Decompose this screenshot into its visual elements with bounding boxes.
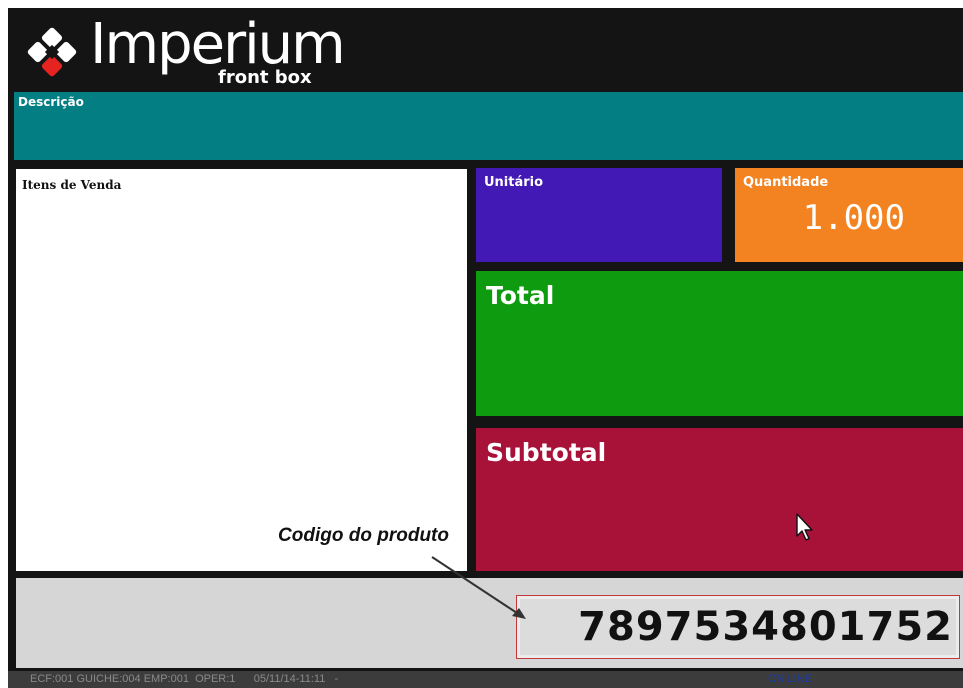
description-label: Descrição — [18, 95, 84, 109]
total-panel: Total — [476, 271, 963, 416]
status-info: ECF:001 GUICHE:004 EMP:001 OPER:1 05/11/… — [30, 673, 339, 685]
product-code-caption: Codigo do produto — [278, 525, 449, 546]
quantity-label: Quantidade — [743, 175, 829, 190]
sale-items-label: Itens de Venda — [22, 178, 122, 192]
product-code-value: 7897534801752 — [578, 604, 953, 650]
arrow-pointer-icon — [431, 556, 526, 619]
total-label: Total — [486, 281, 555, 310]
mouse-cursor-icon — [796, 513, 813, 541]
product-code-field[interactable]: 7897534801752 — [516, 595, 960, 659]
pos-window: Imperium front box Descrição Itens de Ve… — [8, 8, 963, 688]
unit-price-panel: Unitário — [476, 168, 722, 262]
unit-price-label: Unitário — [484, 175, 544, 190]
sale-items-panel[interactable]: Itens de Venda Codigo do produto — [16, 169, 467, 571]
connection-status: ON LINE — [768, 673, 813, 685]
brand-subtitle: front box — [218, 67, 312, 88]
four-diamond-logo-icon — [27, 27, 77, 77]
subtotal-label: Subtotal — [486, 438, 607, 467]
status-bar: ECF:001 GUICHE:004 EMP:001 OPER:1 05/11/… — [8, 671, 963, 688]
description-panel: Descrição — [14, 92, 963, 160]
header: Imperium front box — [8, 8, 963, 92]
quantity-value: 1.000 — [802, 198, 905, 238]
quantity-panel: Quantidade 1.000 — [735, 168, 963, 262]
subtotal-panel: Subtotal — [476, 428, 963, 571]
